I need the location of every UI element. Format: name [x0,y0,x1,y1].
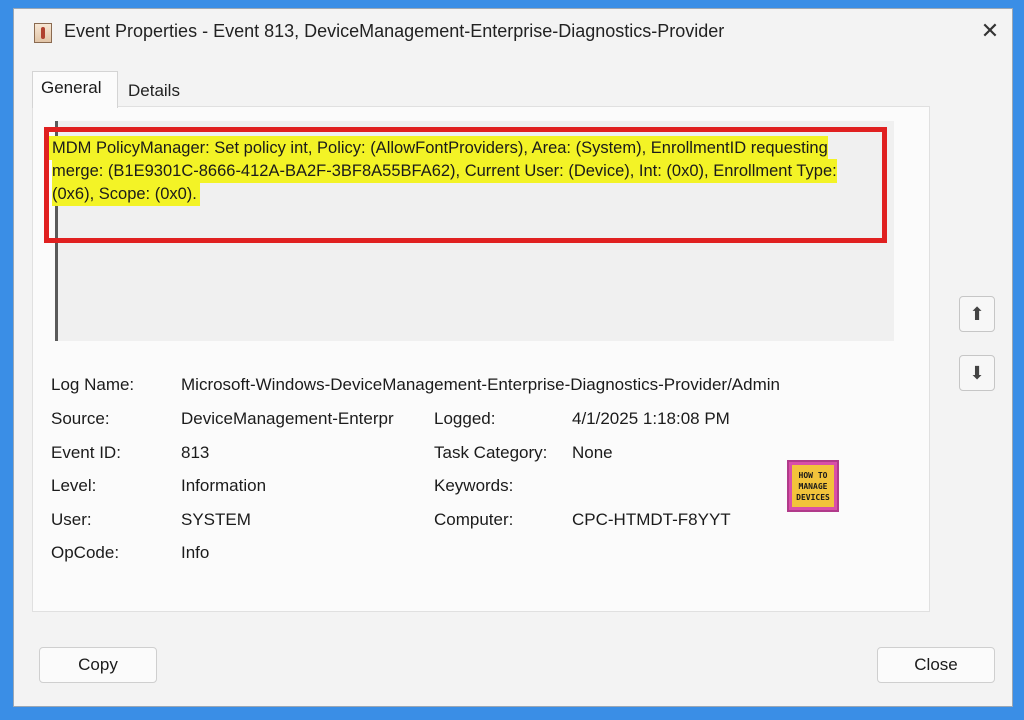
title-bar: Event Properties - Event 813, DeviceMana… [14,9,1012,57]
close-icon[interactable]: ✕ [978,19,1002,43]
logged-value: 4/1/2025 1:18:08 PM [572,409,730,428]
log-name-value: Microsoft-Windows-DeviceManagement-Enter… [181,375,780,394]
tab-details[interactable]: Details [120,75,198,109]
user-value: SYSTEM [181,510,251,529]
level-value: Information [181,476,267,495]
event-properties-window: Event Properties - Event 813, DeviceMana… [13,8,1013,707]
tab-general[interactable]: General [32,71,118,108]
close-button[interactable]: Close [877,647,995,683]
opcode-label: OpCode: [51,543,120,562]
event-id-label: Event ID: [51,443,121,462]
window-title: Event Properties - Event 813, DeviceMana… [64,21,725,41]
level-label: Level: [51,476,97,495]
event-viewer-icon [34,23,52,43]
arrow-down-icon[interactable]: ⬇ [959,355,995,391]
event-description: MDM PolicyManager: Set policy int, Polic… [52,137,872,206]
keywords-label: Keywords: [434,476,514,495]
logo-text: HOW TO MANAGE DEVICES [792,465,834,507]
how-to-manage-devices-logo: HOW TO MANAGE DEVICES [787,460,839,512]
copy-button[interactable]: Copy [39,647,157,683]
logo-line-1: HOW TO [798,471,828,480]
user-label: User: [51,510,92,529]
logo-line-3: DEVICES [796,493,830,502]
logo-line-2: MANAGE [798,482,828,491]
log-name-label: Log Name: [51,375,135,394]
logged-label: Logged: [434,409,496,428]
task-category-value: None [572,443,613,462]
event-description-text: MDM PolicyManager: Set policy int, Polic… [52,139,837,203]
task-category-label: Task Category: [434,443,548,462]
arrow-up-icon[interactable]: ⬆ [959,296,995,332]
opcode-value: Info [181,543,210,562]
computer-value: CPC-HTMDT-F8YYT [572,510,731,529]
source-value: DeviceManagement-Enterpr [181,409,394,428]
computer-label: Computer: [434,510,514,529]
event-id-value: 813 [181,443,210,462]
source-label: Source: [51,409,110,428]
